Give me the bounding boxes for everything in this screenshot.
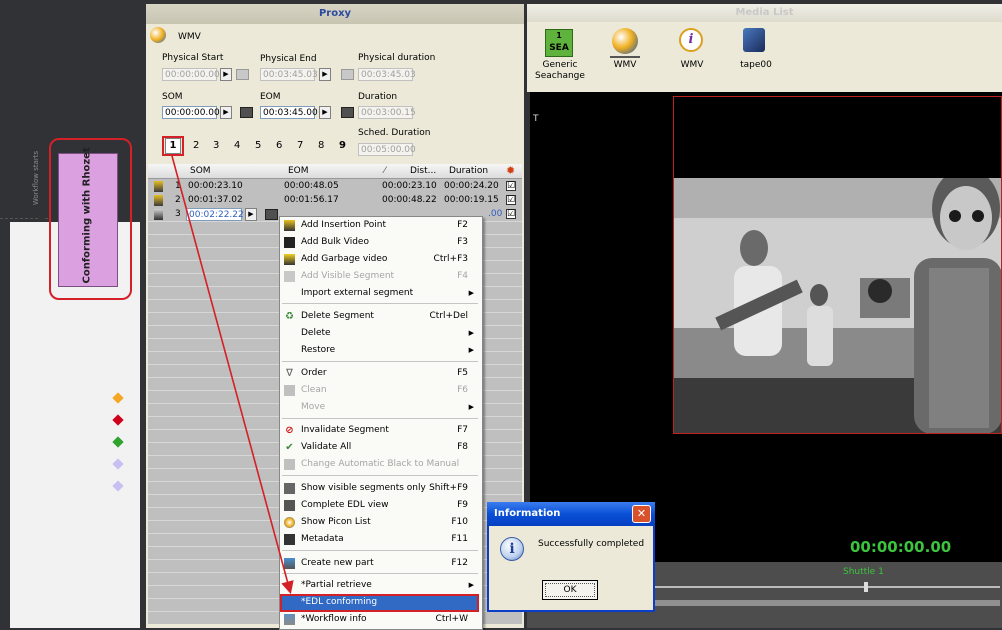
info-icon: i — [500, 537, 524, 561]
close-icon[interactable]: ✕ — [632, 505, 651, 523]
dialog-message: Successfully completed — [538, 539, 645, 549]
dialog-title: Information — [494, 508, 561, 519]
ok-button-focus-ring — [545, 583, 595, 597]
